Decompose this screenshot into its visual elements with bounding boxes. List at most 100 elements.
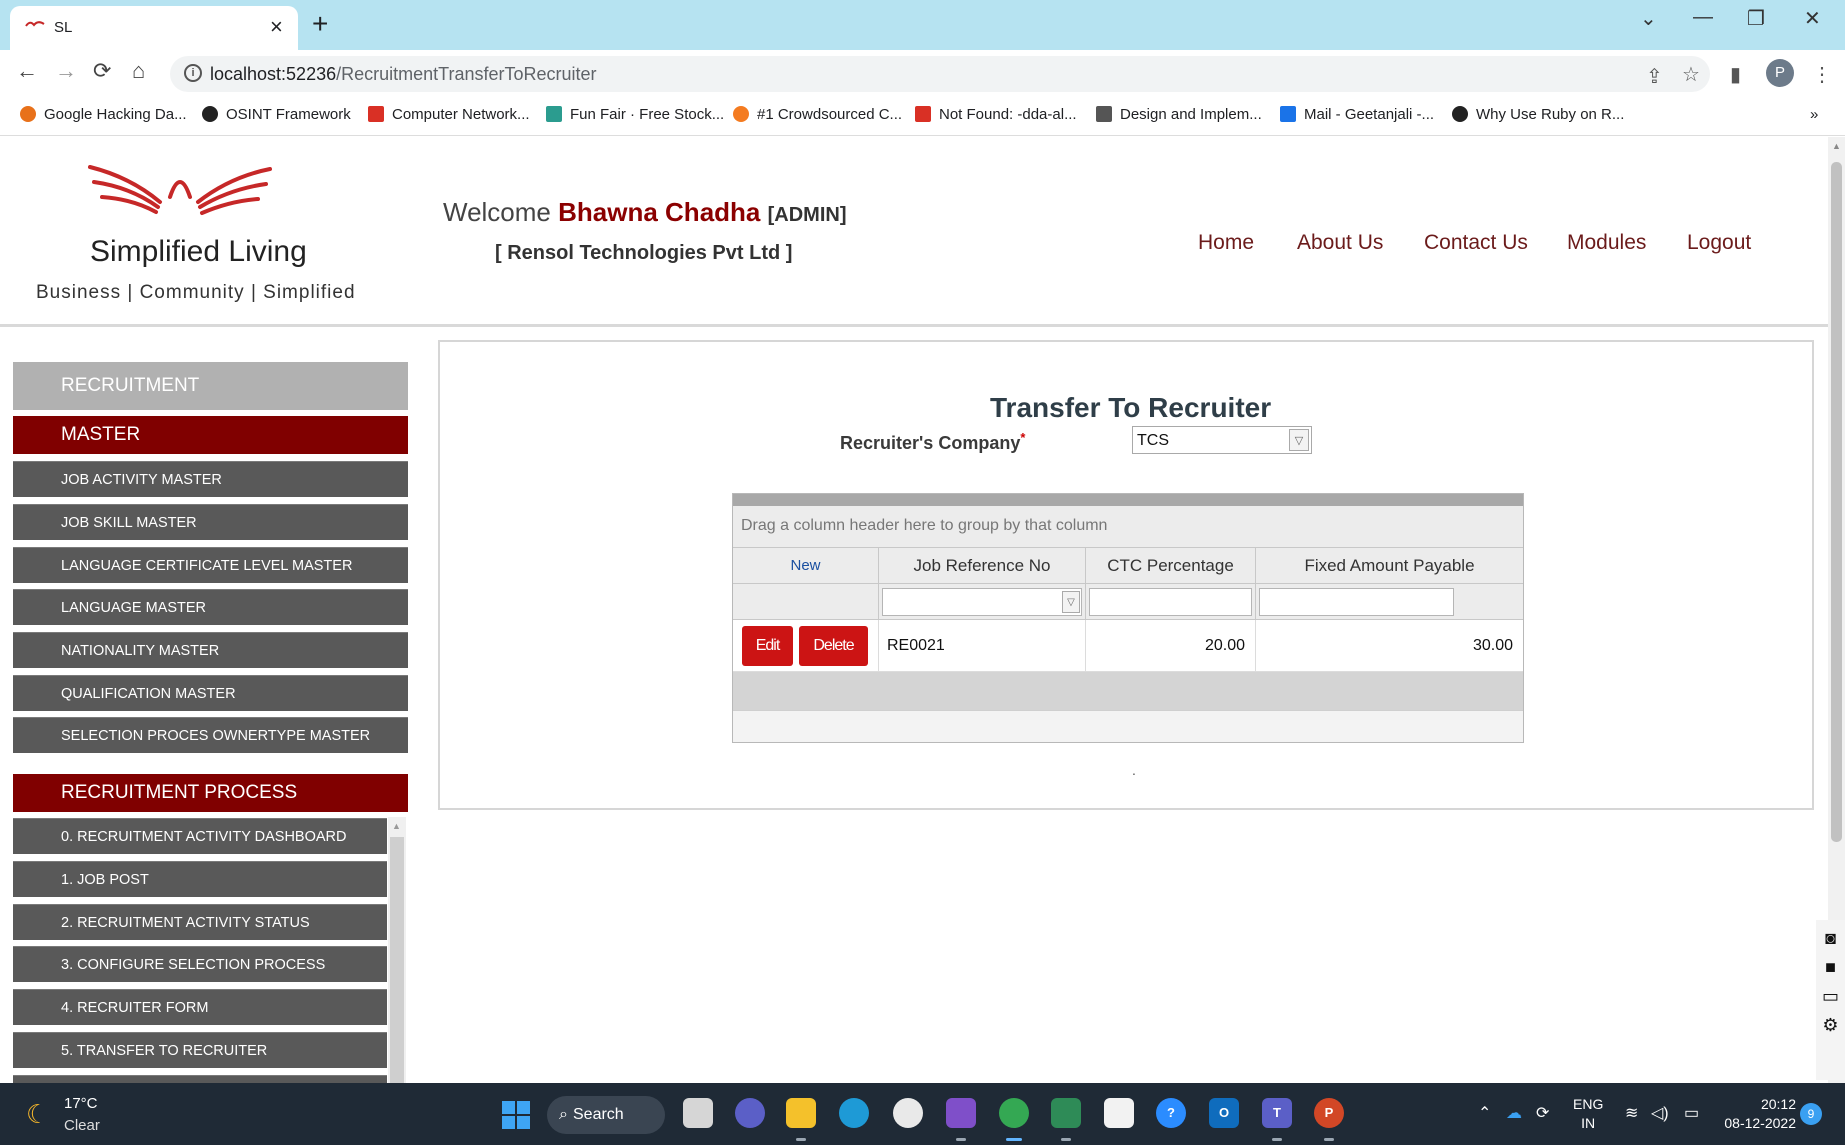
nav-home[interactable]: Home [1198,231,1254,255]
column-header-fixed-amount-payable[interactable]: Fixed Amount Payable [1256,548,1523,584]
minimize-icon[interactable]: — [1693,6,1713,29]
wifi-icon[interactable]: ≋ [1625,1103,1638,1123]
browser-tab[interactable]: SL × [10,6,298,50]
sidebar-item-job-activity-master[interactable]: JOB ACTIVITY MASTER [13,461,408,497]
file-explorer-icon[interactable] [786,1098,816,1128]
weather-temperature[interactable]: 17°C [64,1095,98,1112]
recruiter-company-select[interactable]: TCS ▽ [1132,426,1312,454]
bookmark-item[interactable]: Mail - Geetanjali -... [1280,106,1434,123]
taskbar-search-button[interactable]: ⌕ Search [547,1096,665,1134]
bookmark-item[interactable]: Computer Network... [368,106,530,123]
share-icon[interactable]: ⇪ [1646,64,1663,89]
sidebar-item-nationality-master[interactable]: NATIONALITY MASTER [13,632,408,668]
sidebar-item-job-post[interactable]: 1. JOB POST [13,861,387,897]
battery-icon[interactable]: ▭ [1684,1103,1699,1123]
bookmark-item[interactable]: Not Found: -dda-al... [915,106,1077,123]
github-desktop-icon[interactable] [893,1098,923,1128]
sidebar-scrollbar[interactable]: ▲ [388,817,406,1083]
microsoft-store-icon[interactable] [1104,1098,1134,1128]
tab-close-icon[interactable]: × [270,14,283,40]
window-icon[interactable]: ▭ [1816,986,1845,1007]
chevron-down-icon[interactable]: ▽ [1062,591,1080,613]
column-header-job-reference-no[interactable]: Job Reference No [879,548,1086,584]
sidebar-item-qualification-master[interactable]: QUALIFICATION MASTER [13,675,408,711]
restore-icon[interactable]: ❐ [1747,6,1765,31]
clock[interactable]: 20:12 08-12-2022 [1718,1095,1796,1133]
page-scroll-thumb[interactable] [1831,162,1842,842]
nav-logout[interactable]: Logout [1687,231,1751,255]
bookmark-item[interactable]: Google Hacking Da... [20,106,187,123]
sidebar-item-language-certificate-level-master[interactable]: LANGUAGE CERTIFICATE LEVEL MASTER [13,547,408,583]
bookmark-item[interactable]: #1 Crowdsourced C... [733,106,902,123]
profile-avatar[interactable]: P [1766,59,1794,87]
chrome-browser-icon[interactable] [999,1098,1029,1128]
windows-start-icon[interactable] [502,1101,530,1129]
edge-browser-icon[interactable] [839,1098,869,1128]
new-record-link[interactable]: New [733,548,879,584]
menu-kebab-icon[interactable]: ⋮ [1812,62,1832,87]
camera-icon[interactable]: ◙ [1816,928,1845,949]
column-header-ctc-percentage-payable[interactable]: CTC Percentage Payable [1086,548,1256,611]
sync-icon[interactable]: ⟳ [1536,1103,1549,1123]
nav-modules[interactable]: Modules [1567,231,1646,255]
bookmark-star-icon[interactable]: ☆ [1682,62,1700,87]
app-icon[interactable] [1051,1098,1081,1128]
group-by-panel[interactable]: Drag a column header here to group by th… [733,506,1523,548]
visual-studio-icon[interactable] [946,1098,976,1128]
sidebar-section-recruitment[interactable]: RECRUITMENT [13,362,408,410]
notification-badge[interactable]: 9 [1800,1103,1822,1125]
outlook-icon[interactable]: O [1209,1098,1239,1128]
teams-chat-icon[interactable] [735,1098,765,1128]
sidebar-item-recruitment-activity-dashboard[interactable]: 0. RECRUITMENT ACTIVITY DASHBOARD [13,818,387,854]
language-indicator[interactable]: ENG IN [1573,1095,1603,1133]
bookmark-item[interactable]: OSINT Framework [202,106,351,123]
video-icon[interactable]: ■ [1816,957,1845,978]
sidebar-item-transfer-to-recruiter[interactable]: 5. TRANSFER TO RECRUITER [13,1032,387,1068]
window-close-icon[interactable]: ✕ [1804,6,1821,31]
nav-about-us[interactable]: About Us [1297,231,1383,255]
back-icon[interactable]: ← [16,58,38,84]
help-icon[interactable]: ? [1156,1098,1186,1128]
sidebar-master-header[interactable]: MASTER [13,416,408,454]
settings-gear-icon[interactable]: ⚙ [1816,1015,1845,1036]
weather-condition[interactable]: Clear [64,1117,100,1134]
sidebar-item-job-skill-master[interactable]: JOB SKILL MASTER [13,504,408,540]
sidebar-scroll-thumb[interactable] [390,837,404,1083]
sidebar-item-selection-process-ownertype-master[interactable]: SELECTION PROCES OWNERTYPE MASTER [13,717,408,753]
home-icon[interactable]: ⌂ [132,58,145,84]
powerpoint-icon[interactable]: P [1314,1098,1344,1128]
forward-icon[interactable]: → [55,58,77,84]
teams-icon[interactable]: T [1262,1098,1292,1128]
bookmark-item[interactable]: Fun Fair · Free Stock... [546,106,724,123]
delete-button[interactable]: Delete [799,626,868,666]
site-info-icon[interactable]: i [184,64,202,82]
ctc-percentage-filter-input[interactable] [1089,588,1252,616]
nav-contact-us[interactable]: Contact Us [1424,231,1528,255]
moon-weather-icon[interactable]: ☾ [26,1099,49,1130]
sidebar-item-recruiter-form[interactable]: 4. RECRUITER FORM [13,989,387,1025]
sidebar-recruitment-process-header[interactable]: RECRUITMENT PROCESS [13,774,408,812]
fixed-amount-filter-input[interactable] [1259,588,1454,616]
chevron-up-icon[interactable]: ⌃ [1478,1103,1491,1123]
sidebar-item-language-master[interactable]: LANGUAGE MASTER [13,589,408,625]
task-view-icon[interactable] [683,1098,713,1128]
sidebar-item-configure-selection-process[interactable]: 3. CONFIGURE SELECTION PROCESS [13,946,387,982]
chevron-down-icon[interactable]: ▽ [1289,429,1309,451]
volume-icon[interactable]: ◁) [1651,1103,1669,1123]
bookmark-item[interactable]: Design and Implem... [1096,106,1262,123]
bookmark-item[interactable]: Why Use Ruby on R... [1452,106,1624,123]
tab-search-icon[interactable]: ⌄ [1640,6,1657,31]
scroll-up-icon[interactable]: ▲ [1832,141,1841,151]
onedrive-cloud-icon[interactable]: ☁ [1506,1103,1522,1123]
company-select-value: TCS [1137,432,1169,449]
more-bookmarks-icon[interactable]: » [1810,106,1818,123]
reload-icon[interactable]: ⟳ [93,58,111,84]
new-tab-icon[interactable]: + [312,8,328,40]
edit-button[interactable]: Edit [742,626,793,666]
sidebar-item-partial[interactable] [13,1075,387,1083]
job-reference-filter-select[interactable]: ▽ [882,588,1082,616]
sidebar-item-recruitment-activity-status[interactable]: 2. RECRUITMENT ACTIVITY STATUS [13,904,387,940]
side-panel-icon[interactable]: ▮ [1730,62,1741,87]
address-bar[interactable]: i localhost:52236/RecruitmentTransferToR… [170,56,1710,92]
scroll-up-icon[interactable]: ▲ [392,821,401,831]
